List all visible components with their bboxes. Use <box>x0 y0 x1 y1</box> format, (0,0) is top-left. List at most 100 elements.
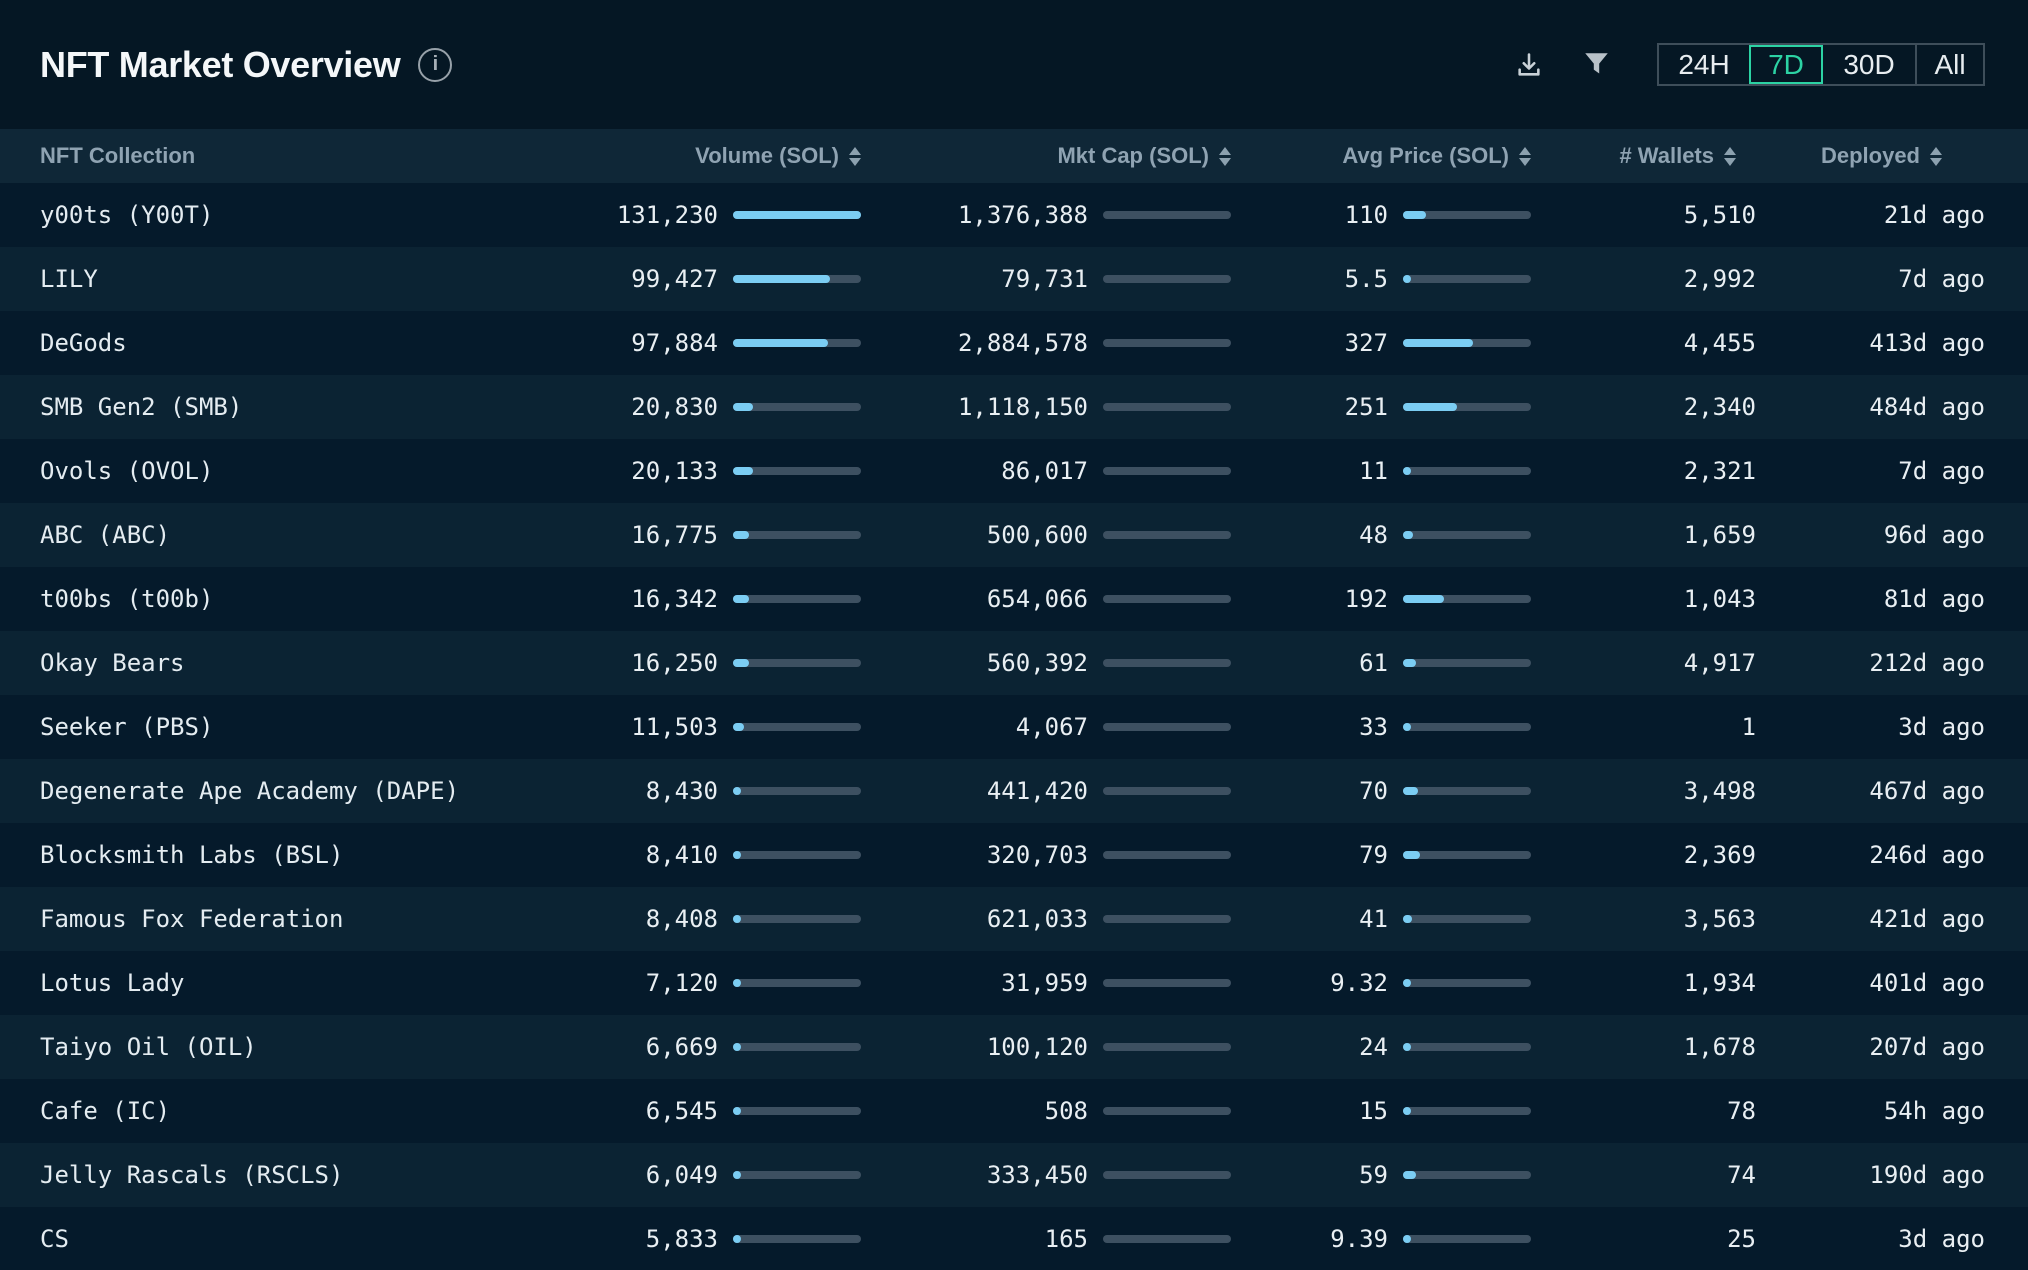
table-row[interactable]: DeGods 97,884 2,884,578 327 4,455 413d a… <box>0 311 2028 375</box>
filter-button[interactable] <box>1583 51 1610 78</box>
volume-value: 8,410 <box>646 841 718 869</box>
column-header-deployed[interactable]: Deployed <box>1756 143 1985 169</box>
table-row[interactable]: Cafe (IC) 6,545 508 15 78 54h ago <box>0 1079 2028 1143</box>
table-row[interactable]: CS 5,833 165 9.39 25 3d ago <box>0 1207 2028 1270</box>
mktcap-bar <box>1103 723 1231 731</box>
collection-name: Blocksmith Labs (BSL) <box>40 841 480 869</box>
wallets-value: 25 <box>1531 1225 1756 1253</box>
volume-value: 99,427 <box>631 265 718 293</box>
deployed-value: 21d ago <box>1756 201 1985 229</box>
avgprice-cell: 9.32 <box>1231 969 1531 997</box>
time-filter-all[interactable]: All <box>1915 45 1983 84</box>
avgprice-cell: 192 <box>1231 585 1531 613</box>
avgprice-value: 9.32 <box>1330 969 1388 997</box>
avgprice-bar <box>1403 403 1531 411</box>
column-header-volume-sol[interactable]: Volume (SOL) <box>480 143 861 169</box>
volume-value: 8,430 <box>646 777 718 805</box>
table-row[interactable]: Ovols (OVOL) 20,133 86,017 11 2,321 7d a… <box>0 439 2028 503</box>
avgprice-cell: 5.5 <box>1231 265 1531 293</box>
mktcap-value: 1,118,150 <box>958 393 1088 421</box>
wallets-value: 1,659 <box>1531 521 1756 549</box>
wallets-value: 2,369 <box>1531 841 1756 869</box>
mktcap-value: 320,703 <box>987 841 1088 869</box>
mktcap-bar <box>1103 595 1231 603</box>
column-header-mkt-cap-sol[interactable]: Mkt Cap (SOL) <box>861 143 1231 169</box>
mktcap-value: 79,731 <box>1001 265 1088 293</box>
deployed-value: 212d ago <box>1756 649 1985 677</box>
column-header-label: Volume (SOL) <box>695 143 839 169</box>
mktcap-cell: 31,959 <box>861 969 1231 997</box>
table-row[interactable]: Jelly Rascals (RSCLS) 6,049 333,450 59 7… <box>0 1143 2028 1207</box>
volume-bar <box>733 851 861 859</box>
avgprice-value: 79 <box>1359 841 1388 869</box>
column-header-avg-price-sol[interactable]: Avg Price (SOL) <box>1231 143 1531 169</box>
mktcap-cell: 654,066 <box>861 585 1231 613</box>
volume-cell: 16,775 <box>480 521 861 549</box>
time-filter-30d[interactable]: 30D <box>1823 45 1915 84</box>
table-body: y00ts (Y00T) 131,230 1,376,388 110 5,510… <box>0 183 2028 1270</box>
column-header-label: Deployed <box>1821 143 1920 169</box>
volume-bar-fill <box>733 1043 741 1051</box>
avgprice-cell: 48 <box>1231 521 1531 549</box>
table-row[interactable]: y00ts (Y00T) 131,230 1,376,388 110 5,510… <box>0 183 2028 247</box>
table-row[interactable]: Seeker (PBS) 11,503 4,067 33 1 3d ago <box>0 695 2028 759</box>
column-header-label: Avg Price (SOL) <box>1342 143 1509 169</box>
avgprice-value: 33 <box>1359 713 1388 741</box>
avgprice-bar-fill <box>1403 1107 1411 1115</box>
download-button[interactable] <box>1515 51 1543 79</box>
volume-bar <box>733 211 861 219</box>
volume-bar <box>733 1107 861 1115</box>
table-row[interactable]: Blocksmith Labs (BSL) 8,410 320,703 79 2… <box>0 823 2028 887</box>
info-icon[interactable]: i <box>418 48 452 82</box>
mktcap-value: 31,959 <box>1001 969 1088 997</box>
avgprice-value: 251 <box>1345 393 1388 421</box>
table-row[interactable]: SMB Gen2 (SMB) 20,830 1,118,150 251 2,34… <box>0 375 2028 439</box>
volume-bar-fill <box>733 1107 741 1115</box>
time-filter-24h[interactable]: 24H <box>1659 45 1749 84</box>
volume-value: 6,049 <box>646 1161 718 1189</box>
avgprice-bar-fill <box>1403 211 1426 219</box>
volume-cell: 6,669 <box>480 1033 861 1061</box>
avgprice-cell: 59 <box>1231 1161 1531 1189</box>
table-row[interactable]: ABC (ABC) 16,775 500,600 48 1,659 96d ag… <box>0 503 2028 567</box>
avgprice-bar-fill <box>1403 979 1411 987</box>
table-row[interactable]: t00bs (t00b) 16,342 654,066 192 1,043 81… <box>0 567 2028 631</box>
wallets-value: 2,340 <box>1531 393 1756 421</box>
avgprice-bar <box>1403 787 1531 795</box>
avgprice-bar <box>1403 531 1531 539</box>
table-header-row: NFT CollectionVolume (SOL)Mkt Cap (SOL)A… <box>0 129 2028 183</box>
collection-name: SMB Gen2 (SMB) <box>40 393 480 421</box>
volume-bar <box>733 467 861 475</box>
mktcap-value: 508 <box>1045 1097 1088 1125</box>
table-row[interactable]: LILY 99,427 79,731 5.5 2,992 7d ago <box>0 247 2028 311</box>
table-row[interactable]: Taiyo Oil (OIL) 6,669 100,120 24 1,678 2… <box>0 1015 2028 1079</box>
mktcap-value: 86,017 <box>1001 457 1088 485</box>
table-row[interactable]: Degenerate Ape Academy (DAPE) 8,430 441,… <box>0 759 2028 823</box>
avgprice-bar <box>1403 1043 1531 1051</box>
avgprice-cell: 251 <box>1231 393 1531 421</box>
mktcap-cell: 508 <box>861 1097 1231 1125</box>
avgprice-bar-fill <box>1403 275 1411 283</box>
table-row[interactable]: Okay Bears 16,250 560,392 61 4,917 212d … <box>0 631 2028 695</box>
mktcap-bar <box>1103 531 1231 539</box>
column-header-wallets[interactable]: # Wallets <box>1531 143 1756 169</box>
avgprice-value: 41 <box>1359 905 1388 933</box>
avgprice-bar <box>1403 851 1531 859</box>
avgprice-bar-fill <box>1403 531 1413 539</box>
table-row[interactable]: Famous Fox Federation 8,408 621,033 41 3… <box>0 887 2028 951</box>
volume-value: 20,830 <box>631 393 718 421</box>
mktcap-bar <box>1103 659 1231 667</box>
avgprice-bar-fill <box>1403 1043 1411 1051</box>
collection-name: LILY <box>40 265 480 293</box>
volume-bar-fill <box>733 275 830 283</box>
mktcap-bar <box>1103 1171 1231 1179</box>
time-filter-7d[interactable]: 7D <box>1749 45 1823 84</box>
mktcap-bar <box>1103 1235 1231 1243</box>
table-row[interactable]: Lotus Lady 7,120 31,959 9.32 1,934 401d … <box>0 951 2028 1015</box>
mktcap-bar <box>1103 339 1231 347</box>
avgprice-bar-fill <box>1403 1235 1411 1243</box>
mktcap-cell: 1,118,150 <box>861 393 1231 421</box>
volume-bar <box>733 1043 861 1051</box>
avgprice-bar-fill <box>1403 403 1457 411</box>
avgprice-cell: 70 <box>1231 777 1531 805</box>
